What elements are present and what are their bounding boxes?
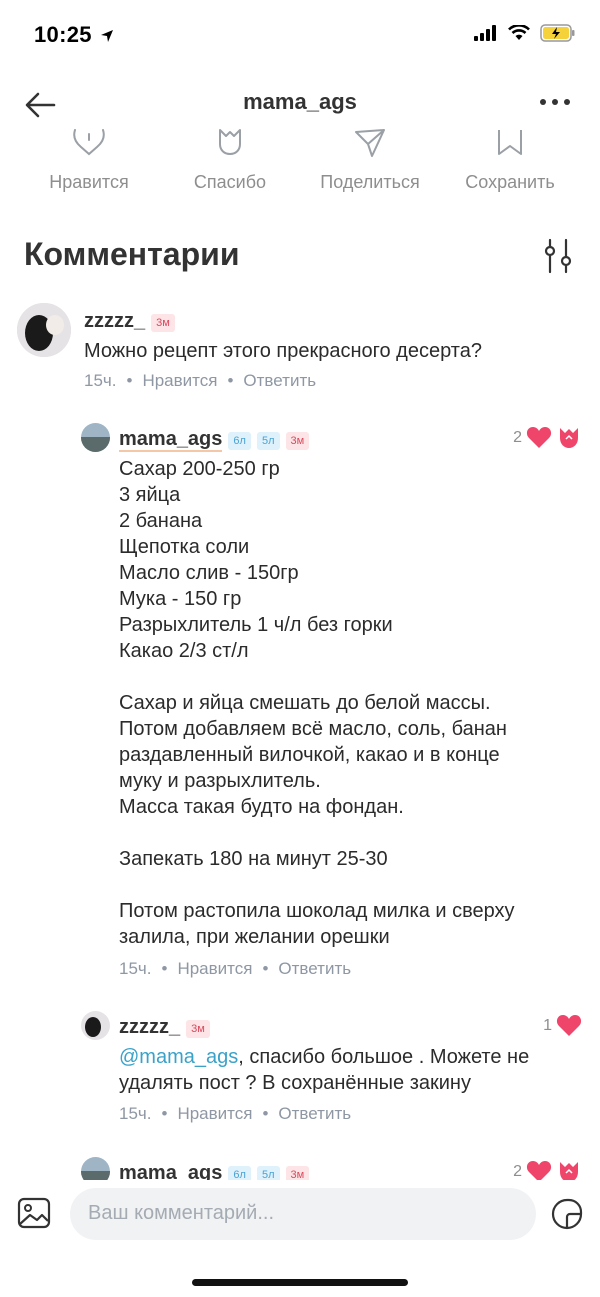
comment-text: @mama_ags, спасибо большое . Можете не у… <box>119 1044 529 1096</box>
comment-text: Можно рецепт этого прекрасного десерта? <box>84 340 482 362</box>
comment-text: Сахар 200-250 гр 3 яйца 2 банана Щепотка… <box>119 458 515 948</box>
wifi-icon <box>508 25 530 40</box>
comment-likes: 1 <box>543 1014 582 1038</box>
image-icon <box>17 1197 51 1229</box>
comment-like-link[interactable]: Нравится <box>177 1104 252 1123</box>
avatar[interactable] <box>17 303 71 357</box>
sticker-button[interactable] <box>550 1197 584 1236</box>
avatar[interactable] <box>81 1011 110 1040</box>
thanks-icon <box>219 129 241 155</box>
comment-header: zzzzz_ 3м <box>119 1016 210 1039</box>
comment-reply-link[interactable]: Ответить <box>243 371 316 390</box>
comment-time: 15ч. <box>119 1104 152 1123</box>
heart-filled-icon[interactable] <box>526 426 552 450</box>
avatar-image <box>17 303 71 357</box>
status-badge: 3м <box>285 431 310 450</box>
status-badge: 6л <box>228 431 251 450</box>
more-icon <box>540 99 570 105</box>
status-badge: 3м <box>186 1019 210 1038</box>
like-count: 2 <box>513 429 522 446</box>
like-count: 2 <box>513 1163 522 1180</box>
comment-time: 15ч. <box>84 371 117 390</box>
share-icon <box>355 129 385 157</box>
status-badge: 3м <box>151 313 175 332</box>
mention-link[interactable]: @mama_ags <box>119 1046 238 1068</box>
comment-meta: 15ч. • Нравится • Ответить <box>119 959 352 978</box>
comment-meta: 15ч. • Нравится • Ответить <box>84 371 317 390</box>
comments-title: Комментарии <box>24 236 240 272</box>
comment-reply-link[interactable]: Ответить <box>278 959 351 978</box>
heart-filled-icon[interactable] <box>556 1014 582 1038</box>
save-button[interactable]: Сохранить <box>440 128 580 193</box>
filter-button[interactable] <box>540 238 576 274</box>
location-arrow-icon <box>101 30 114 43</box>
comment-header: mama_ags 6л 5л 3м <box>119 428 310 452</box>
header-title: mama_ags <box>243 89 357 114</box>
comment-username[interactable]: zzzzz_ <box>119 1016 180 1038</box>
time-text: 10:25 <box>34 22 92 47</box>
bookmark-icon <box>498 130 522 155</box>
thanks-filled-icon[interactable] <box>556 426 582 450</box>
sticker-icon <box>551 1198 583 1230</box>
comment-input-placeholder: Ваш комментарий... <box>88 1202 275 1224</box>
comment-username[interactable]: mama_ags <box>119 428 223 452</box>
thanks-label: Спасибо <box>193 172 267 192</box>
like-label: Нравится <box>49 172 129 192</box>
comment-reply-link[interactable]: Ответить <box>278 1104 351 1123</box>
more-button[interactable] <box>538 92 572 112</box>
home-indicator[interactable] <box>192 1279 408 1286</box>
share-label: Поделиться <box>320 172 420 192</box>
comment-meta: 15ч. • Нравится • Ответить <box>119 1104 352 1123</box>
status-badge: 5л <box>256 431 280 450</box>
heart-icon <box>73 129 105 156</box>
attach-image-button[interactable] <box>17 1196 51 1235</box>
filter-icon <box>544 238 572 274</box>
avatar-image <box>81 1011 110 1040</box>
avatar[interactable] <box>81 423 110 452</box>
comment-header: zzzzz_ 3м <box>84 310 175 333</box>
thanks-button[interactable]: Спасибо <box>160 128 300 193</box>
comment-like-link[interactable]: Нравится <box>142 371 217 390</box>
share-button[interactable]: Поделиться <box>300 128 440 193</box>
comment-time: 15ч. <box>119 959 152 978</box>
signal-icon <box>474 25 496 41</box>
comment-likes: 2 <box>513 426 582 450</box>
comment-username[interactable]: zzzzz_ <box>84 310 145 332</box>
comment-like-link[interactable]: Нравится <box>177 959 252 978</box>
status-time: 10:25 <box>34 22 114 48</box>
avatar-image <box>81 423 110 452</box>
battery-icon <box>540 24 575 42</box>
save-label: Сохранить <box>465 172 555 192</box>
status-icons <box>474 24 576 42</box>
like-count: 1 <box>543 1017 552 1034</box>
like-post-button[interactable]: Нравится <box>19 128 159 193</box>
